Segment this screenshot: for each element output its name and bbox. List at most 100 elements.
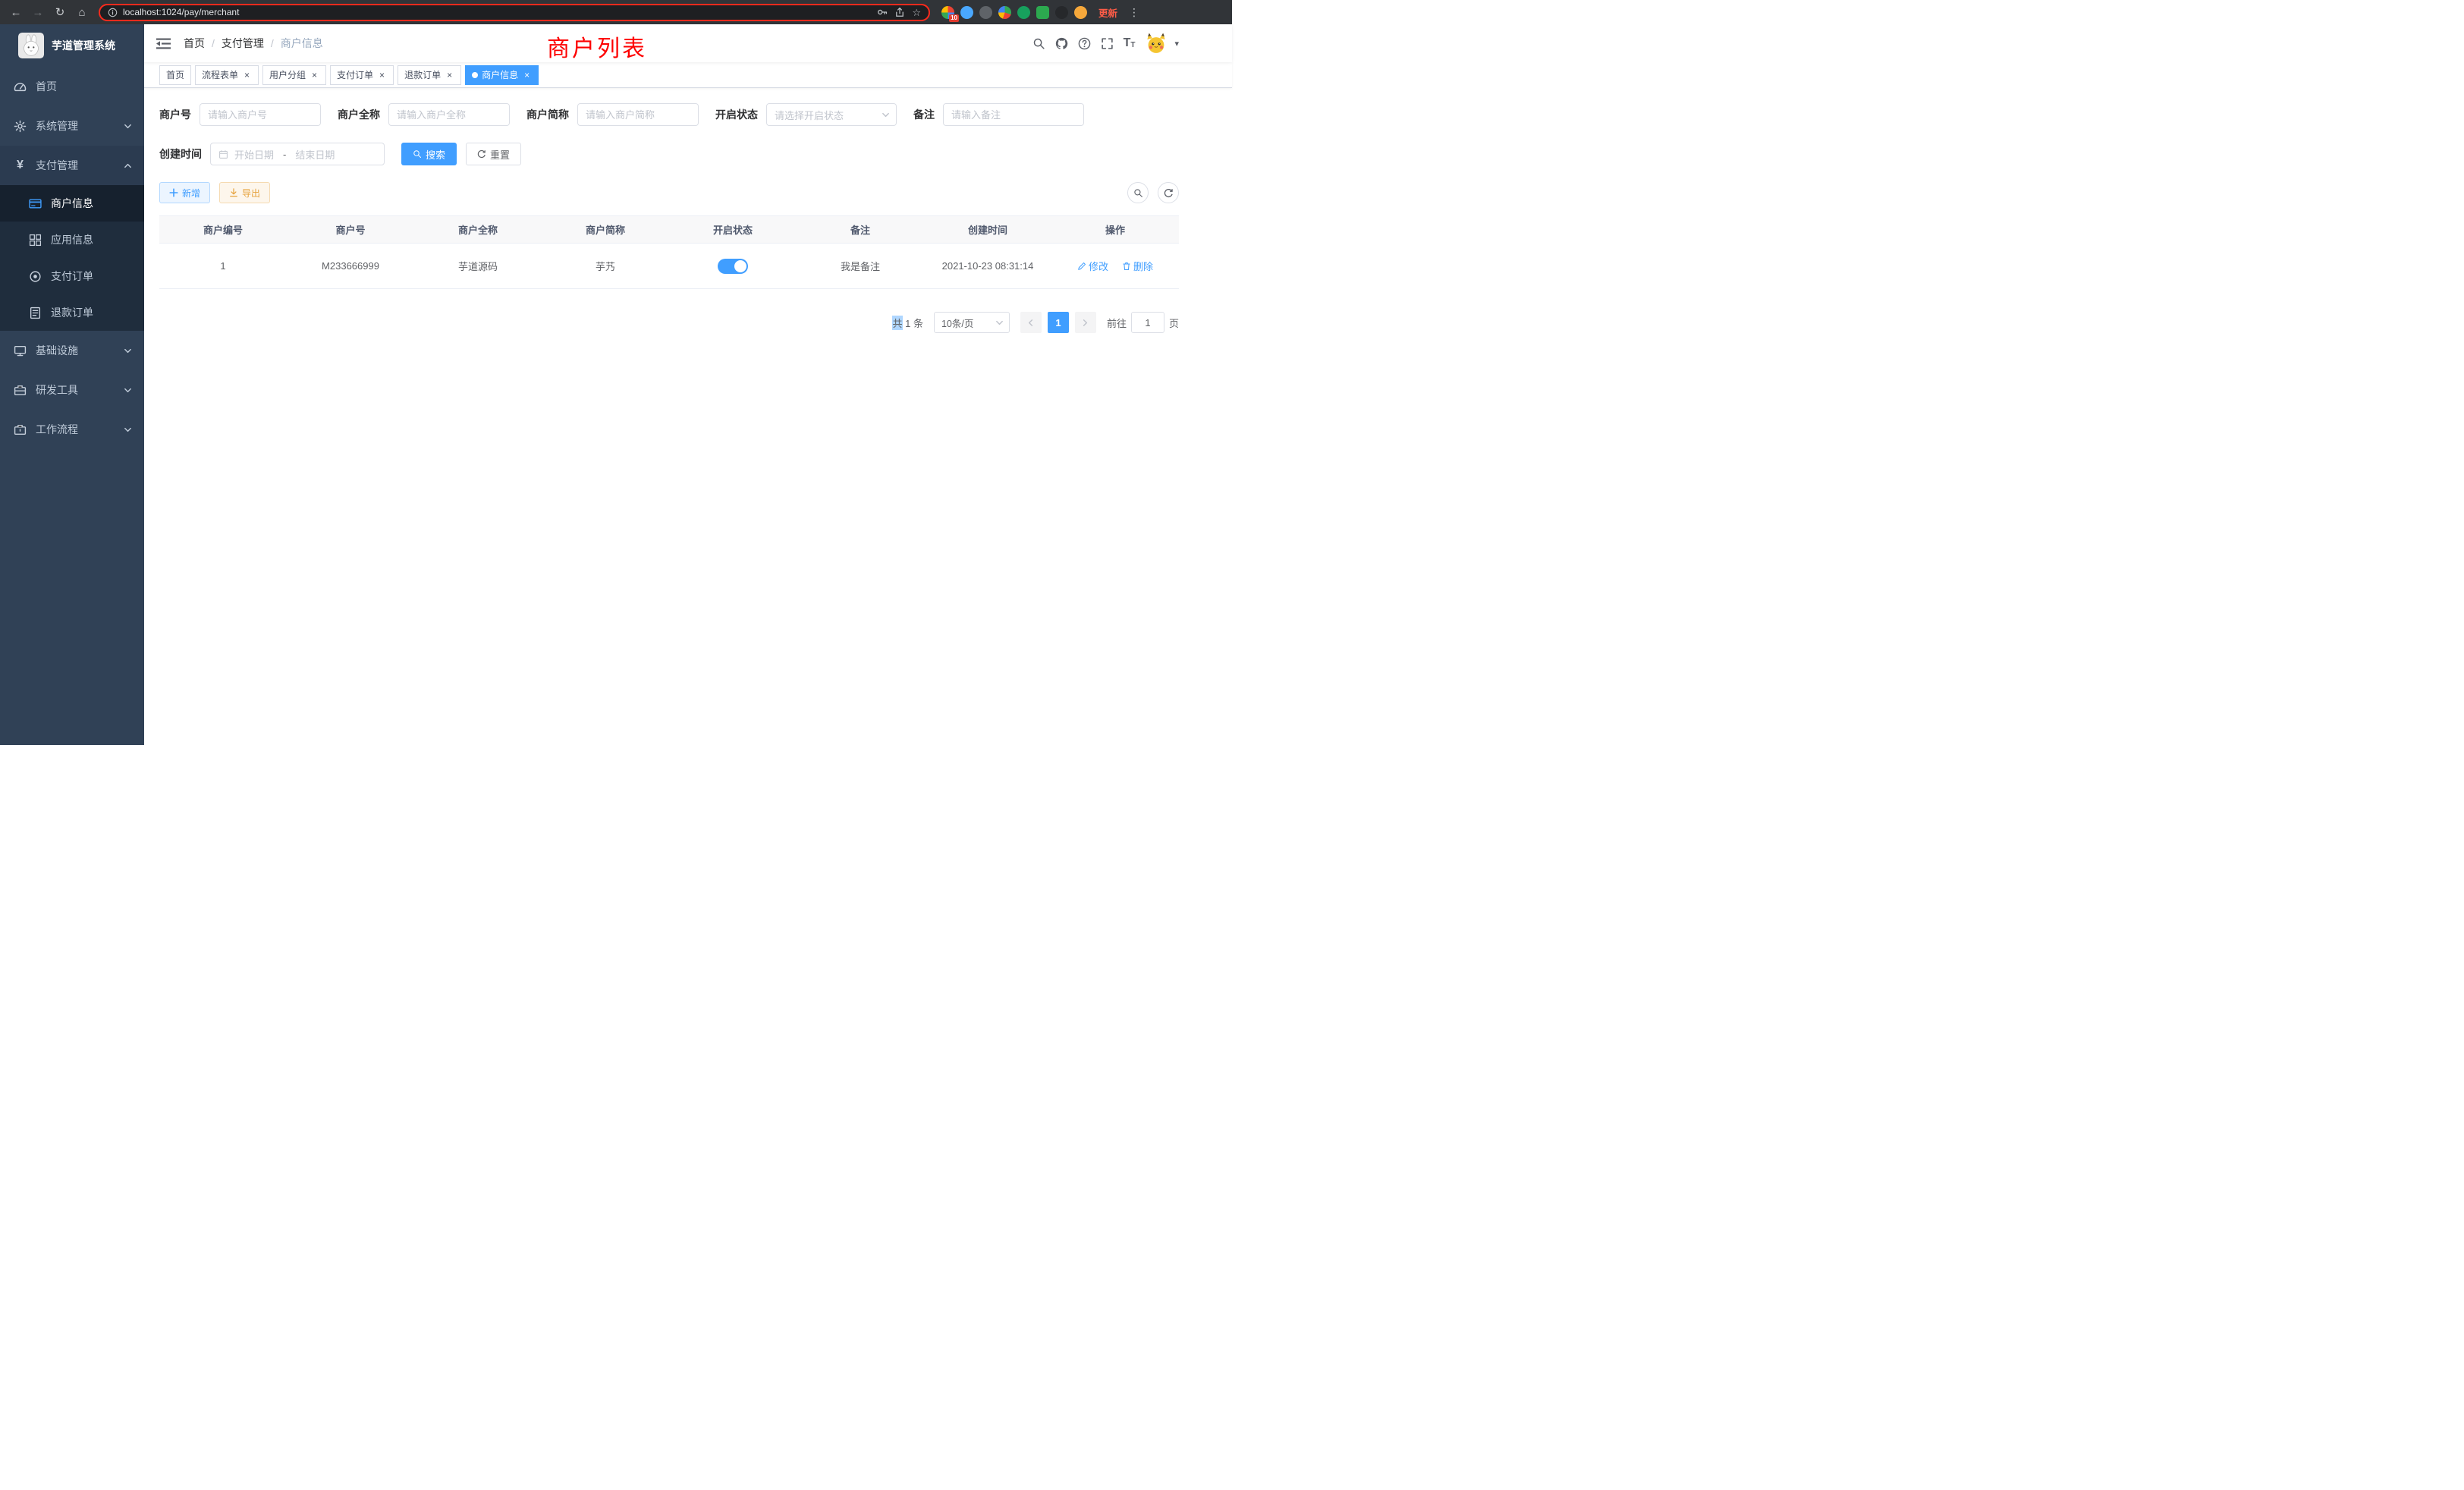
github-icon[interactable]: [1055, 37, 1068, 50]
tab-home[interactable]: 首页: [159, 65, 191, 85]
next-page-button[interactable]: [1075, 312, 1096, 333]
extension-icon[interactable]: 10: [941, 6, 954, 19]
cell-short-name: 芋艿: [542, 259, 669, 273]
edit-row-button[interactable]: 修改: [1077, 259, 1108, 273]
merchant-full-name-input[interactable]: [388, 103, 510, 126]
cell-remark: 我是备注: [797, 259, 924, 273]
address-bar[interactable]: localhost:1024/pay/merchant ☆: [99, 4, 930, 21]
app-window: 芋道管理系统 首页 系统管理 ¥ 支付管理 商户信息: [0, 24, 1232, 745]
delete-row-button[interactable]: 删除: [1122, 259, 1153, 273]
form-item-merchant-no: 商户号: [159, 103, 321, 126]
prev-page-button[interactable]: [1020, 312, 1042, 333]
close-tab-icon[interactable]: ×: [445, 70, 454, 80]
tab-merchant-info[interactable]: 商户信息 ×: [465, 65, 539, 85]
add-button[interactable]: 新增: [159, 182, 210, 203]
browser-reload-icon[interactable]: ↻: [52, 4, 68, 20]
share-icon[interactable]: [894, 7, 905, 17]
chevron-down-icon: [995, 319, 1004, 327]
bookmark-star-icon[interactable]: ☆: [912, 8, 921, 17]
dashboard-icon: [14, 80, 27, 93]
extensions-area: 10: [941, 6, 1087, 19]
sidebar-item-label: 支付订单: [51, 269, 132, 284]
close-tab-icon[interactable]: ×: [377, 70, 387, 80]
sidebar-item-merchant-info[interactable]: 商户信息: [0, 185, 144, 222]
tab-label: 首页: [166, 68, 184, 81]
export-button[interactable]: 导出: [219, 182, 270, 203]
url-text[interactable]: localhost:1024/pay/merchant: [123, 7, 239, 17]
cell-merchant-no: M233666999: [287, 260, 414, 272]
sidebar-item-payment[interactable]: ¥ 支付管理: [0, 146, 144, 185]
chevron-down-icon: [882, 111, 890, 119]
reset-button[interactable]: 重置: [466, 143, 521, 165]
close-tab-icon[interactable]: ×: [310, 70, 319, 80]
merchant-no-input[interactable]: [200, 103, 321, 126]
extension-icon[interactable]: [979, 6, 992, 19]
sidebar-item-pay-order[interactable]: 支付订单: [0, 258, 144, 294]
breadcrumb-current: 商户信息: [281, 36, 323, 51]
hamburger-icon[interactable]: [156, 37, 171, 50]
create-time-range-picker[interactable]: 开始日期 - 结束日期: [210, 143, 385, 165]
browser-back-icon[interactable]: ←: [8, 4, 24, 20]
sidebar-item-infrastructure[interactable]: 基础设施: [0, 331, 144, 370]
page-size-select[interactable]: 10条/页: [934, 312, 1010, 333]
browser-forward-icon[interactable]: →: [30, 4, 46, 20]
browser-home-icon[interactable]: ⌂: [74, 4, 90, 20]
browser-menu-icon[interactable]: ⋮: [1129, 6, 1138, 19]
tab-refund-order[interactable]: 退款订单 ×: [398, 65, 461, 85]
sidebar-item-workflow[interactable]: 工作流程: [0, 410, 144, 449]
table-row: 1 M233666999 芋道源码 芋艿 我是备注 2021-10-23 08:…: [159, 244, 1179, 289]
page-number-button[interactable]: 1: [1048, 312, 1069, 333]
breadcrumb-home[interactable]: 首页: [184, 36, 205, 51]
tags-view-bar: 首页 流程表单 × 用户分组 × 支付订单 × 退款订单 × 商户信息 ×: [144, 62, 1232, 88]
briefcase-icon: [14, 423, 27, 436]
status-toggle[interactable]: [718, 259, 748, 274]
site-info-icon[interactable]: [108, 8, 118, 17]
cell-id: 1: [159, 260, 287, 272]
refresh-table-button[interactable]: [1158, 182, 1179, 203]
search-icon[interactable]: [1032, 37, 1045, 50]
merchant-short-name-input[interactable]: [577, 103, 699, 126]
extension-icon[interactable]: [1036, 6, 1049, 19]
tab-user-group[interactable]: 用户分组 ×: [262, 65, 326, 85]
reset-button-label: 重置: [490, 147, 510, 162]
extension-icon[interactable]: [1055, 6, 1068, 19]
sidebar-item-system[interactable]: 系统管理: [0, 106, 144, 146]
breadcrumb-payment[interactable]: 支付管理: [222, 36, 264, 51]
calendar-icon: [218, 149, 228, 159]
extension-icon[interactable]: [960, 6, 973, 19]
tab-pay-order[interactable]: 支付订单 ×: [330, 65, 394, 85]
user-dropdown-caret-icon[interactable]: ▾: [1174, 39, 1179, 49]
close-tab-icon[interactable]: ×: [242, 70, 252, 80]
search-button[interactable]: 搜索: [401, 143, 457, 165]
sidebar-item-label: 系统管理: [36, 118, 115, 134]
sidebar-item-refund-order[interactable]: 退款订单: [0, 294, 144, 331]
extension-icon[interactable]: [1017, 6, 1030, 19]
status-select[interactable]: 请选择开启状态: [766, 103, 897, 126]
sidebar-item-label: 研发工具: [36, 382, 115, 398]
sidebar-item-dev-tools[interactable]: 研发工具: [0, 370, 144, 410]
tab-process-form[interactable]: 流程表单 ×: [195, 65, 259, 85]
chevron-down-icon: [124, 347, 132, 355]
field-label: 创建时间: [159, 146, 202, 162]
browser-update-button[interactable]: 更新: [1098, 5, 1117, 20]
app-logo[interactable]: 芋道管理系统: [0, 24, 144, 67]
password-key-icon[interactable]: [877, 7, 888, 17]
extension-icon[interactable]: [998, 6, 1011, 19]
close-tab-icon[interactable]: ×: [522, 70, 532, 80]
user-avatar[interactable]: [1145, 32, 1168, 55]
sidebar-item-app-info[interactable]: 应用信息: [0, 222, 144, 258]
sidebar-item-home[interactable]: 首页: [0, 67, 144, 106]
toggle-search-button[interactable]: [1127, 182, 1149, 203]
record-icon: [29, 270, 42, 283]
sidebar-item-label: 应用信息: [51, 232, 132, 247]
help-icon[interactable]: [1078, 37, 1091, 50]
sidebar-item-label: 首页: [36, 79, 132, 94]
card-icon: [29, 197, 42, 210]
goto-page-input[interactable]: [1131, 312, 1164, 333]
font-size-icon[interactable]: T T: [1124, 37, 1136, 49]
remark-input[interactable]: [943, 103, 1084, 126]
profile-avatar-icon[interactable]: [1074, 6, 1087, 19]
fullscreen-icon[interactable]: [1101, 37, 1114, 50]
breadcrumb-separator: /: [212, 37, 215, 49]
table-toolbar: 新增 导出: [159, 182, 1179, 203]
